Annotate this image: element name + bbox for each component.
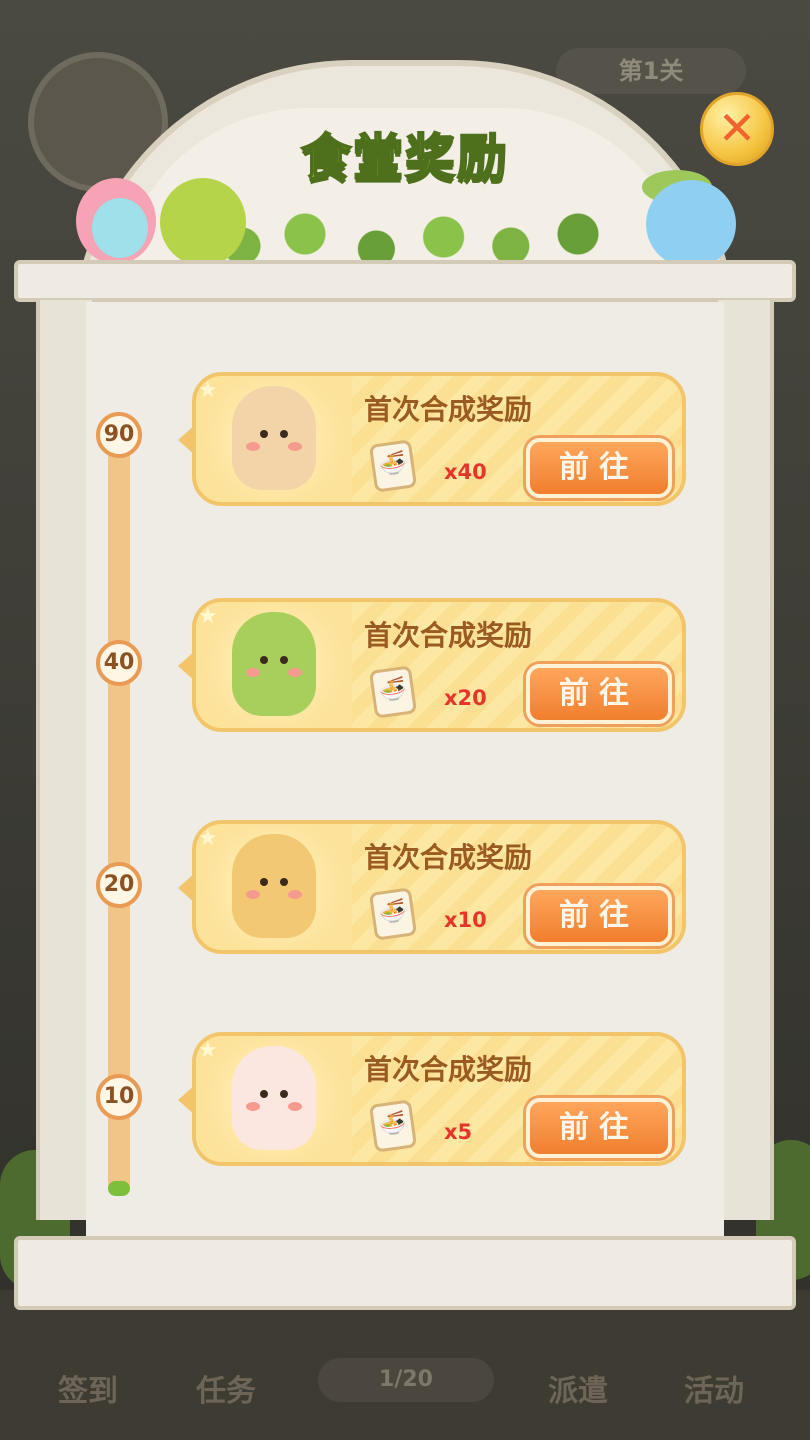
reward-title: 首次合成奖励 [364, 841, 533, 874]
modal-base [14, 1236, 796, 1310]
reward-quantity: x20 [444, 686, 487, 710]
rabbit-chef-icon [232, 386, 316, 490]
lion-cub-icon [232, 834, 316, 938]
background-nav-events: 活动 [684, 1374, 744, 1409]
reward-title: 首次合成奖励 [364, 619, 533, 652]
progress-tick-90: 90 [96, 412, 142, 458]
sparkle-icon: ★ [198, 1038, 218, 1063]
reward-title: 首次合成奖励 [364, 393, 533, 426]
card-portrait: ★ [196, 1036, 352, 1162]
background-nav-dispatch: 派遣 [548, 1374, 608, 1409]
progress-fill [108, 1180, 130, 1196]
food-ticket-icon: 🍜 [368, 439, 418, 493]
reward-quantity: x40 [444, 460, 487, 484]
card-portrait: ★ [196, 376, 352, 502]
food-ticket-icon: 🍜 [368, 887, 418, 941]
go-button[interactable]: 前往 [526, 1098, 672, 1158]
close-button[interactable]: ✕ [700, 92, 774, 166]
progress-tick-20: 20 [96, 862, 142, 908]
background-nav-signin: 签到 [58, 1374, 118, 1409]
background-level-label: 第1关 [556, 48, 746, 94]
green-dino-mascot [160, 178, 246, 266]
go-button[interactable]: 前往 [526, 664, 672, 724]
food-ticket-icon: 🍜 [368, 665, 418, 719]
blue-blob-mascot [92, 198, 148, 258]
card-pointer [178, 650, 196, 682]
sparkle-icon: ★ [198, 378, 218, 403]
food-ticket-icon: 🍜 [368, 1099, 418, 1153]
modal-top-ledge [14, 260, 796, 302]
rooster-icon [232, 1046, 316, 1150]
green-dino-icon [232, 612, 316, 716]
progress-tick-10: 10 [96, 1074, 142, 1120]
background-progress: 1/20 [318, 1358, 494, 1402]
sparkle-icon: ★ [198, 826, 218, 851]
go-button[interactable]: 前往 [526, 438, 672, 498]
card-pointer [178, 424, 196, 456]
card-pointer [178, 1084, 196, 1116]
card-portrait: ★ [196, 602, 352, 728]
reward-card: ★ 首次合成奖励 🍜 x5 前往 [178, 1032, 686, 1166]
reward-card: ★ 首次合成奖励 🍜 x20 前往 [178, 598, 686, 732]
progress-tick-40: 40 [96, 640, 142, 686]
sparkle-icon: ★ [198, 604, 218, 629]
reward-title: 首次合成奖励 [364, 1053, 533, 1086]
reward-card: ★ 首次合成奖励 🍜 x40 前往 [178, 372, 686, 506]
card-portrait: ★ [196, 824, 352, 950]
reward-quantity: x5 [444, 1120, 473, 1144]
blue-penguin-mascot [646, 180, 736, 268]
background-nav-tasks: 任务 [196, 1374, 256, 1409]
reward-card: ★ 首次合成奖励 🍜 x10 前往 [178, 820, 686, 954]
go-button[interactable]: 前往 [526, 886, 672, 946]
reward-quantity: x10 [444, 908, 487, 932]
card-pointer [178, 872, 196, 904]
